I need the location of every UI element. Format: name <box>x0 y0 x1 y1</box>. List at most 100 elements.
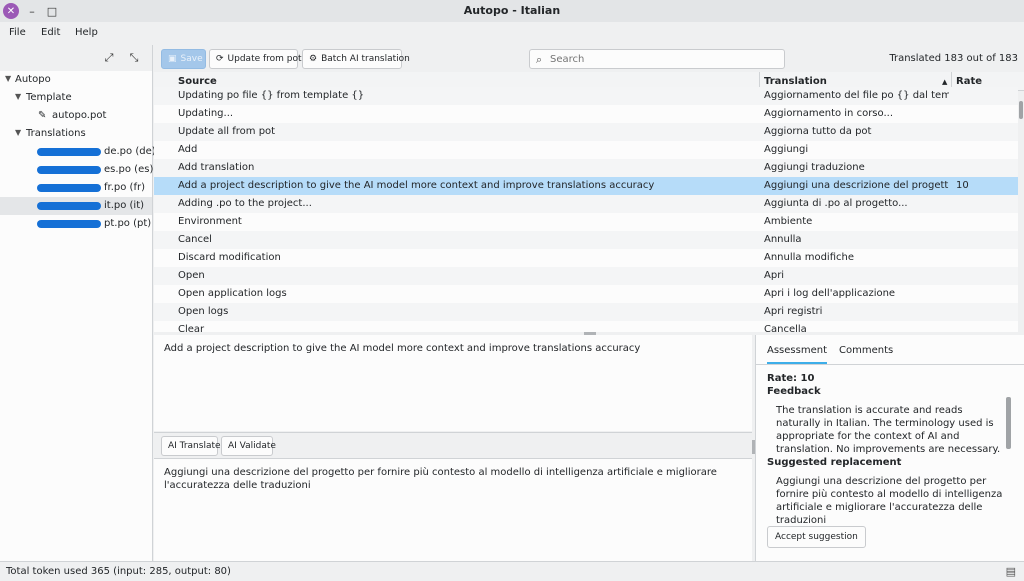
cell-source: Environment <box>178 216 242 227</box>
tree-template-file[interactable]: ✎ autopo.pot <box>0 107 152 125</box>
menu-file[interactable]: File <box>9 27 26 38</box>
update-from-pot-button[interactable]: ⟳ Update from pot <box>209 49 302 69</box>
table-row[interactable]: Cancel Annulla <box>154 231 1018 249</box>
table-row[interactable]: Adding .po to the project... Aggiunta di … <box>154 195 1018 213</box>
cell-translation: Annulla <box>764 234 802 245</box>
cell-translation: Aggiungi <box>764 144 809 155</box>
search-icon: ⌕ <box>536 53 543 66</box>
table-row[interactable]: Open application logs Apri i log dell'app… <box>154 285 1018 303</box>
tree-translations-label: Translations <box>26 128 86 139</box>
collapse-all-icon[interactable]: ⤡ <box>126 50 142 66</box>
translated-count: Translated 183 out of 183 <box>889 53 1018 64</box>
ai-validate-button[interactable]: AI Validate <box>221 436 276 456</box>
cell-translation: Aggiorna tutto da pot <box>764 126 872 137</box>
rate-value: Rate: 10 <box>767 373 815 384</box>
table-row[interactable]: Add a project description to give the AI… <box>154 177 1018 195</box>
search-input[interactable] <box>550 52 780 67</box>
table-row[interactable]: Add translation Aggiungi traduzione <box>154 159 1018 177</box>
accept-suggestion-button[interactable]: Accept suggestion <box>767 526 866 548</box>
cell-translation: Aggiungi una descrizione del progetto p.… <box>764 180 949 191</box>
tree-translation-pt[interactable]: pt.po (pt) <box>0 215 152 233</box>
assessment-pane: Assessment Comments Rate: 10 Feedback Th… <box>755 335 1024 561</box>
cell-rate: 10 <box>956 180 969 191</box>
suggested-replacement-heading: Suggested replacement <box>767 457 902 468</box>
ai-actions-bar: AI Translate AI Validate <box>154 432 752 458</box>
menu-help[interactable]: Help <box>75 27 98 38</box>
assessment-scrollbar[interactable] <box>1006 397 1011 449</box>
cell-source: Clear <box>178 324 205 332</box>
cell-source: Add translation <box>178 162 255 173</box>
table-scrollbar[interactable] <box>1018 91 1024 332</box>
menu-edit[interactable]: Edit <box>41 27 60 38</box>
save-button[interactable]: ▣ Save <box>161 49 206 69</box>
translation-text[interactable]: Aggiungi una descrizione del progetto pe… <box>164 466 724 492</box>
translations-table: Source Translation ▲ Rate Updating po fi… <box>154 72 1024 332</box>
search-box[interactable]: ⌕ <box>529 49 785 69</box>
table-row[interactable]: Open Apri <box>154 267 1018 285</box>
tree-translation-es[interactable]: es.po (es) <box>0 161 154 179</box>
chevron-down-icon[interactable]: ▼ <box>15 128 21 137</box>
ai-translate-label: AI Translate <box>168 441 221 451</box>
cell-source: Update all from pot <box>178 126 276 137</box>
batch-ai-translation-button[interactable]: ⚙ Batch AI translation <box>302 49 410 69</box>
translation-editor[interactable]: Aggiungi una descrizione del progetto pe… <box>154 458 752 561</box>
chevron-down-icon[interactable]: ▼ <box>5 74 11 83</box>
cell-translation: Ambiente <box>764 216 813 227</box>
accept-suggestion-label: Accept suggestion <box>775 532 858 542</box>
cell-source: Open application logs <box>178 288 287 299</box>
scrollbar-thumb[interactable] <box>1019 101 1023 119</box>
table-row[interactable]: Update all from pot Aggiorna tutto da pot <box>154 123 1018 141</box>
tree-template-group[interactable]: ▼ Template <box>0 89 152 107</box>
progress-bar <box>37 148 101 156</box>
tab-assessment[interactable]: Assessment <box>767 345 827 364</box>
cell-source: Discard modification <box>178 252 281 263</box>
cell-translation: Apri registri <box>764 306 823 317</box>
tab-comments[interactable]: Comments <box>839 345 893 362</box>
save-icon: ▣ <box>168 54 177 64</box>
ai-translate-button[interactable]: AI Translate <box>161 436 221 456</box>
cell-source: Open logs <box>178 306 229 317</box>
chevron-down-icon[interactable]: ▼ <box>15 92 21 101</box>
feedback-text: The translation is accurate and reads na… <box>776 405 1001 455</box>
tree-root[interactable]: ▼ Autopo <box>0 71 152 89</box>
table-row[interactable]: Add Aggiungi <box>154 141 1018 159</box>
progress-bar <box>37 220 101 228</box>
column-rate[interactable]: Rate <box>956 76 982 87</box>
tree-translation-de[interactable]: de.po (de) <box>0 143 156 161</box>
tree-translations-group[interactable]: ▼ Translations <box>0 125 152 143</box>
tree-translation-fr[interactable]: fr.po (fr) <box>0 179 152 197</box>
cell-source: Add a project description to give the AI… <box>178 180 655 191</box>
sidebar-toolbar: ⤢ ⤡ <box>0 45 152 71</box>
cell-source: Add <box>178 144 198 155</box>
translation-label: pt.po (pt) <box>104 218 152 229</box>
tree-template-label: Template <box>26 92 72 103</box>
document-icon[interactable]: ▤ <box>1006 565 1016 578</box>
table-row[interactable]: Updating po file {} from template {} Aggi… <box>154 87 1018 105</box>
progress-bar <box>37 184 101 192</box>
progress-bar <box>37 166 101 174</box>
tree-translation-it[interactable]: it.po (it) <box>0 197 152 215</box>
cell-translation: Aggiornamento in corso... <box>764 108 893 119</box>
file-edit-icon: ✎ <box>38 110 47 121</box>
table-row[interactable]: Open logs Apri registri <box>154 303 1018 321</box>
cell-source: Cancel <box>178 234 212 245</box>
table-row[interactable]: Discard modification Annulla modifiche <box>154 249 1018 267</box>
translation-label: es.po (es) <box>104 164 154 175</box>
main-toolbar: ▣ Save ⟳ Update from pot ⚙ Batch AI tran… <box>154 45 1024 71</box>
source-text-pane: Add a project description to give the AI… <box>154 335 752 431</box>
cell-source: Adding .po to the project... <box>178 198 312 209</box>
cell-translation: Cancella <box>764 324 807 332</box>
batch-icon: ⚙ <box>309 54 318 64</box>
token-usage-status: Total token used 365 (input: 285, output… <box>6 566 231 577</box>
cell-translation: Apri i log dell'applicazione <box>764 288 896 299</box>
sort-ascending-icon[interactable]: ▲ <box>942 78 947 86</box>
translation-label: fr.po (fr) <box>104 182 145 193</box>
translation-label: de.po (de) <box>104 146 156 157</box>
column-translation[interactable]: Translation <box>764 76 827 87</box>
table-row[interactable]: Updating... Aggiornamento in corso... <box>154 105 1018 123</box>
cell-translation: Annulla modifiche <box>764 252 854 263</box>
column-source[interactable]: Source <box>178 76 217 87</box>
expand-all-icon[interactable]: ⤢ <box>101 50 117 66</box>
table-row[interactable]: Clear Cancella <box>154 321 1018 332</box>
table-row[interactable]: Environment Ambiente <box>154 213 1018 231</box>
